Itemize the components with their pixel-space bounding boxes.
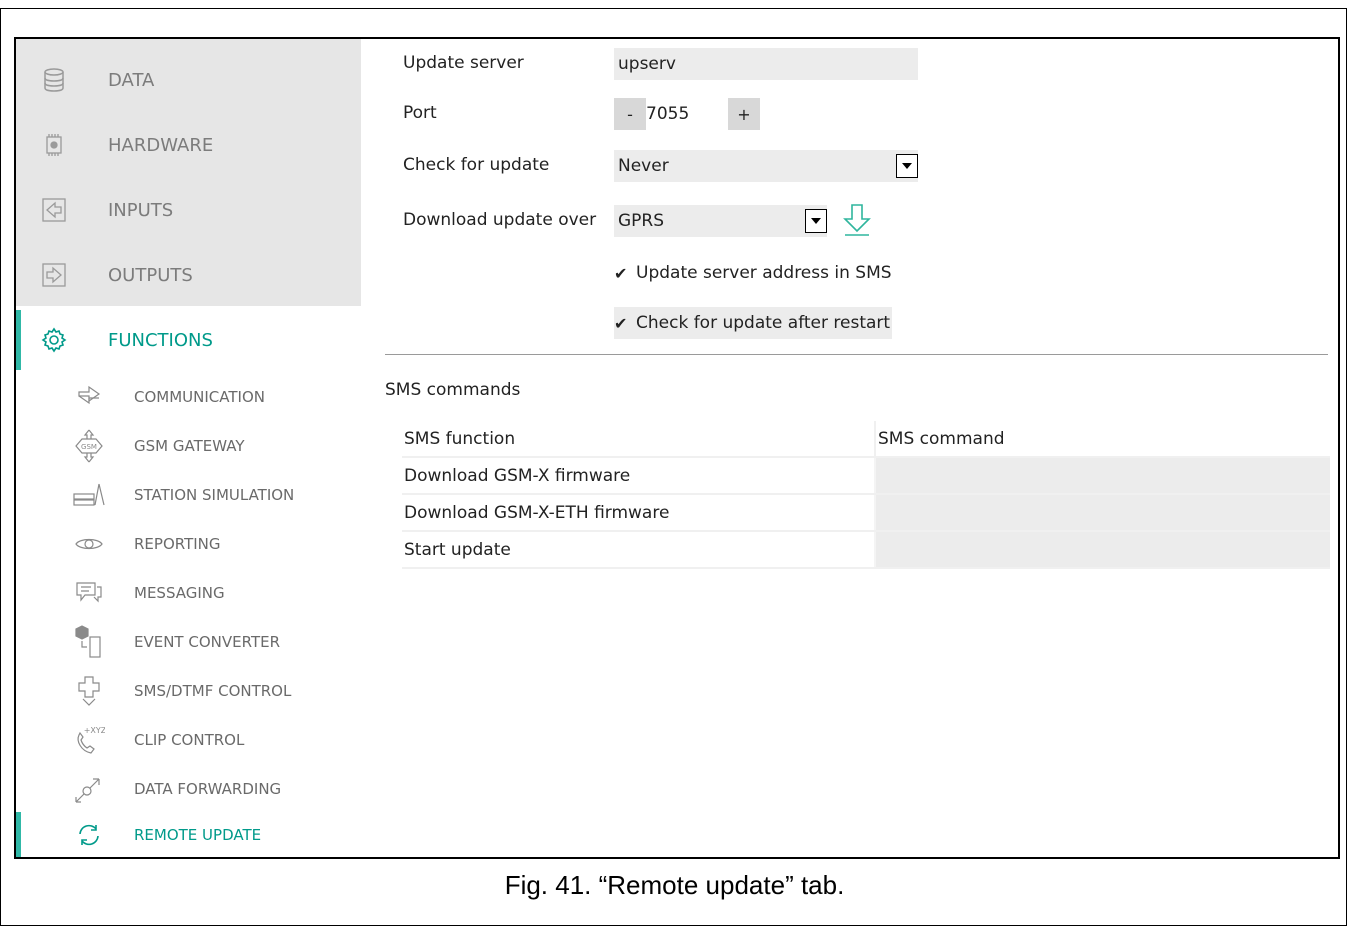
chevron-down-icon[interactable] xyxy=(805,209,827,233)
checkmark-icon: ✔ xyxy=(614,263,628,283)
subnav-item-gsm-gateway[interactable]: GSM GSM GATEWAY xyxy=(16,421,361,470)
main-nav: DATA HARDWARE INPUTS OUTPUTS xyxy=(16,39,361,306)
port-input[interactable]: 7055 xyxy=(646,98,728,130)
subnav-item-label: SMS/DTMF CONTROL xyxy=(134,681,292,700)
subnav-item-communication[interactable]: COMMUNICATION xyxy=(16,372,361,421)
sidebar-item-label: DATA xyxy=(108,69,155,91)
sidebar-item-functions[interactable]: FUNCTIONS xyxy=(16,310,361,370)
checkbox-label: Check for update after restart xyxy=(636,313,891,333)
sms-command-input[interactable] xyxy=(874,457,1330,495)
data-forwarding-icon xyxy=(72,772,106,806)
sidebar-item-label: INPUTS xyxy=(108,199,174,221)
remote-update-icon xyxy=(72,818,106,852)
messaging-icon xyxy=(72,576,106,610)
check-for-update-after-restart-checkbox[interactable]: ✔ Check for update after restart xyxy=(614,307,893,339)
figure-caption: Fig. 41. “Remote update” tab. xyxy=(504,870,845,900)
check-for-update-label: Check for update xyxy=(403,155,550,175)
sms-function-cell: Start update xyxy=(402,531,875,569)
sms-dtmf-icon xyxy=(72,674,106,708)
chevron-down-icon[interactable] xyxy=(896,154,918,178)
sidebar-item-label: HARDWARE xyxy=(108,134,214,156)
gsm-gateway-icon: GSM xyxy=(72,429,106,463)
port-value: 7055 xyxy=(646,104,690,124)
subnav-item-label: STATION SIMULATION xyxy=(134,485,295,504)
update-server-value: upserv xyxy=(618,54,676,74)
sms-function-cell: Download GSM-X-ETH firmware xyxy=(402,494,875,532)
download-update-over-value: GPRS xyxy=(618,211,665,231)
subnav-item-data-forwarding[interactable]: DATA FORWARDING xyxy=(16,764,361,813)
subnav-item-clip-control[interactable]: +XYZ CLIP CONTROL xyxy=(16,715,361,764)
download-update-over-label: Download update over xyxy=(403,210,597,230)
chip-icon xyxy=(40,131,68,159)
column-header-sms-function: SMS function xyxy=(402,421,876,458)
port-increment-button[interactable]: + xyxy=(728,98,760,130)
table-header-row: SMS function SMS command xyxy=(402,421,1330,458)
sub-nav: COMMUNICATION GSM GSM GATEWAY STATION SI… xyxy=(16,372,361,812)
output-icon xyxy=(40,261,68,289)
subnav-item-label: EVENT CONVERTER xyxy=(134,632,281,651)
input-icon xyxy=(40,196,68,224)
subnav-item-reporting[interactable]: REPORTING xyxy=(16,519,361,568)
communication-icon xyxy=(72,380,106,414)
sidebar-item-label: FUNCTIONS xyxy=(108,329,213,351)
check-for-update-select[interactable]: Never xyxy=(614,150,918,182)
main-content: Update server upserv Port - 7055 + Check… xyxy=(361,39,1338,857)
gear-icon xyxy=(40,326,68,354)
sidebar-item-outputs[interactable]: OUTPUTS xyxy=(16,245,361,305)
table-row: Start update xyxy=(402,531,1330,569)
eye-icon xyxy=(72,527,106,561)
sms-commands-table: SMS function SMS command Download GSM-X … xyxy=(402,421,1330,569)
sms-command-input[interactable] xyxy=(874,531,1330,569)
subnav-item-station-simulation[interactable]: STATION SIMULATION xyxy=(16,470,361,519)
sidebar-item-inputs[interactable]: INPUTS xyxy=(16,180,361,240)
checkbox-label: Update server address in SMS xyxy=(636,263,892,283)
sms-command-input[interactable] xyxy=(874,494,1330,532)
section-divider xyxy=(385,354,1328,355)
subnav-item-label: REMOTE UPDATE xyxy=(134,825,262,844)
subnav-item-label: CLIP CONTROL xyxy=(134,730,245,749)
subnav-item-label: COMMUNICATION xyxy=(134,387,265,406)
table-row: Download GSM-X firmware xyxy=(402,457,1330,495)
database-icon xyxy=(40,66,68,94)
subnav-item-label: MESSAGING xyxy=(134,583,225,602)
event-converter-icon xyxy=(72,624,106,659)
sidebar-item-label: OUTPUTS xyxy=(108,264,193,286)
column-header-sms-command: SMS command xyxy=(875,421,1330,458)
subnav-item-label: DATA FORWARDING xyxy=(134,779,282,798)
sidebar: DATA HARDWARE INPUTS OUTPUTS FUNCTIONS C… xyxy=(16,39,361,857)
check-for-update-value: Never xyxy=(618,156,669,176)
sidebar-item-hardware[interactable]: HARDWARE xyxy=(16,115,361,175)
sidebar-item-data[interactable]: DATA xyxy=(16,50,361,110)
table-row: Download GSM-X-ETH firmware xyxy=(402,494,1330,532)
sms-commands-title: SMS commands xyxy=(385,380,521,400)
subnav-item-label: REPORTING xyxy=(134,534,221,553)
download-update-over-select[interactable]: GPRS xyxy=(614,205,827,237)
update-server-address-in-sms-checkbox[interactable]: ✔ Update server address in SMS xyxy=(614,257,892,289)
port-label: Port xyxy=(403,103,437,123)
plus-icon: + xyxy=(737,104,751,124)
station-simulation-icon xyxy=(72,478,106,512)
subnav-item-event-converter[interactable]: EVENT CONVERTER xyxy=(16,617,361,666)
minus-icon: - xyxy=(627,104,633,124)
update-server-input[interactable]: upserv xyxy=(614,48,918,80)
download-arrow-icon[interactable] xyxy=(842,203,872,242)
app-window: DATA HARDWARE INPUTS OUTPUTS FUNCTIONS C… xyxy=(14,37,1340,859)
sms-function-cell: Download GSM-X firmware xyxy=(402,457,875,495)
update-server-label: Update server xyxy=(403,53,524,73)
port-decrement-button[interactable]: - xyxy=(614,98,646,130)
subnav-item-sms-dtmf-control[interactable]: SMS/DTMF CONTROL xyxy=(16,666,361,715)
subnav-item-remote-update[interactable]: REMOTE UPDATE xyxy=(16,812,361,857)
subnav-item-label: GSM GATEWAY xyxy=(134,436,245,455)
svg-text:GSM: GSM xyxy=(81,443,97,451)
subnav-item-messaging[interactable]: MESSAGING xyxy=(16,568,361,617)
checkmark-icon: ✔ xyxy=(614,313,628,333)
svg-text:+XYZ: +XYZ xyxy=(84,726,105,735)
clip-control-icon: +XYZ xyxy=(72,723,106,757)
